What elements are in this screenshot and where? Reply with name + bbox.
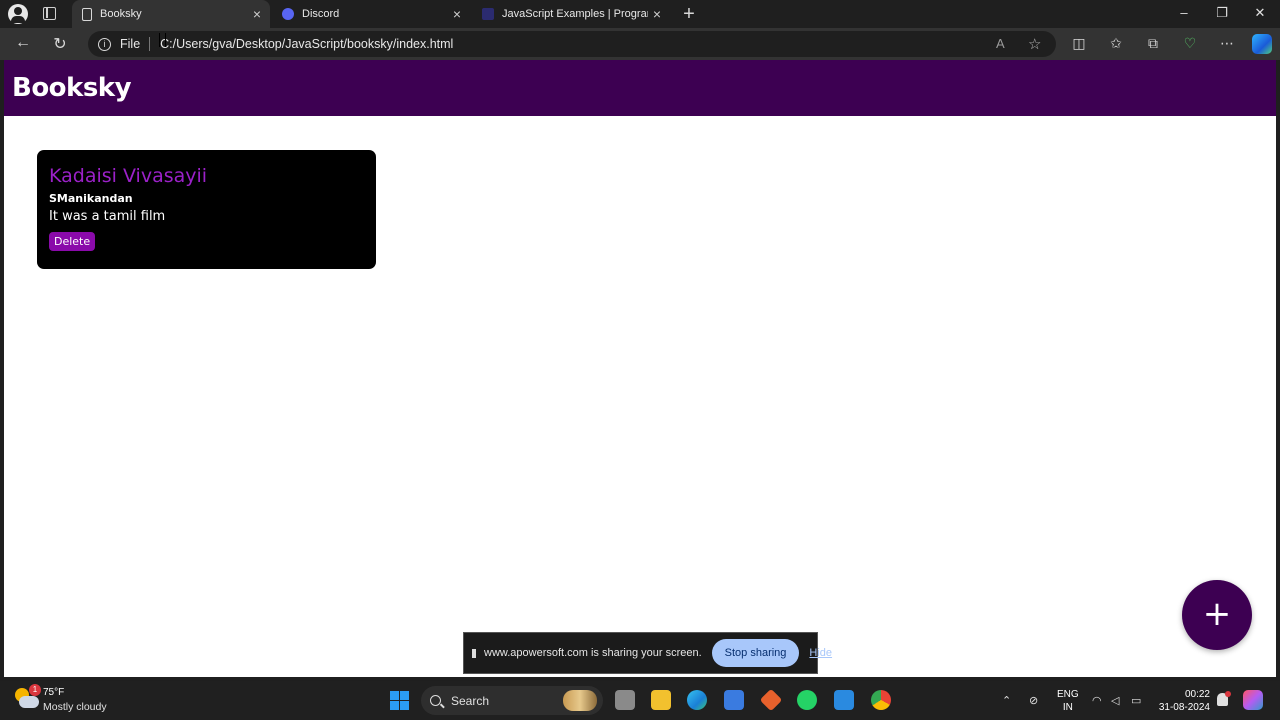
whatsapp-icon[interactable] [797, 690, 817, 710]
weather-temperature[interactable]: 75°F [43, 687, 64, 698]
volume-icon[interactable]: ◁ [1111, 694, 1119, 707]
search-icon [430, 695, 441, 706]
new-tab-icon[interactable]: + [680, 3, 698, 26]
book-description: It was a tamil film [49, 209, 166, 224]
tab-programiz[interactable]: JavaScript Examples | Programiz × [472, 0, 670, 28]
weather-condition[interactable]: Mostly cloudy [43, 701, 107, 713]
favorites-icon[interactable]: ✩ [1107, 35, 1125, 52]
network-status-icon[interactable]: ⊘ [1029, 694, 1038, 707]
discord-icon [282, 8, 294, 20]
read-aloud-icon[interactable]: A [996, 36, 1005, 51]
drag-handle-icon[interactable] [472, 648, 476, 658]
tab-booksky[interactable]: Booksky × [72, 0, 270, 28]
start-icon[interactable] [390, 691, 409, 710]
tab-discord[interactable]: Discord × [272, 0, 470, 28]
browser-toolbar: ← ↻ i File C:/Users/gva/Desktop/JavaScri… [0, 28, 1280, 60]
clock-date: 31-08-2024 [1158, 702, 1210, 713]
browser-tab-strip: Booksky × Discord × JavaScript Examples … [0, 0, 1280, 28]
language-region: IN [1062, 702, 1073, 713]
book-author: SManikandan [49, 192, 133, 205]
split-screen-icon[interactable]: ◫ [1070, 35, 1088, 52]
copilot-taskbar-icon[interactable] [1243, 690, 1263, 710]
tab-title: Booksky [100, 8, 142, 20]
screen-share-bar: www.apowersoft.com is sharing your scree… [463, 632, 832, 674]
search-highlight-icon [563, 690, 597, 711]
stop-sharing-button[interactable]: Stop sharing [711, 639, 800, 667]
edge-icon[interactable] [687, 690, 707, 710]
favorite-star-icon[interactable]: ☆ [1028, 35, 1041, 53]
taskbar-search[interactable]: Search [421, 686, 603, 715]
back-icon[interactable]: ← [12, 34, 34, 52]
address-separator [149, 37, 151, 51]
site-header: Booksky [4, 60, 1276, 116]
address-bar[interactable]: i File C:/Users/gva/Desktop/JavaScript/b… [88, 31, 1056, 57]
document-icon [82, 7, 92, 21]
info-icon[interactable]: i [98, 37, 111, 51]
close-tab-icon[interactable]: × [248, 6, 266, 22]
language-indicator[interactable]: ENG IN [1057, 688, 1079, 714]
share-message: www.apowersoft.com is sharing your scree… [484, 647, 702, 659]
book-card: Kadaisi Vivasayii SManikandan It was a t… [37, 150, 376, 269]
language-code: ENG [1057, 689, 1079, 700]
copilot-icon[interactable] [1252, 34, 1272, 54]
file-explorer-icon[interactable] [651, 690, 671, 710]
notification-bell-icon[interactable] [1217, 691, 1231, 706]
tab-actions-icon[interactable] [43, 7, 56, 20]
text-cursor-icon [159, 33, 166, 47]
book-title: Kadaisi Vivasayii [49, 165, 208, 187]
wifi-icon[interactable]: ◠ [1092, 694, 1102, 707]
collections-icon[interactable]: ⧉ [1144, 35, 1162, 52]
page-viewport: Booksky Kadaisi Vivasayii SManikandan It… [4, 60, 1276, 677]
tab-title: Discord [302, 8, 340, 20]
weather-icon[interactable]: 1 [15, 684, 41, 710]
show-hidden-icons-icon[interactable]: ⌃ [1002, 694, 1011, 707]
maximize-icon[interactable]: ❐ [1212, 5, 1232, 21]
search-label: Search [451, 693, 490, 708]
system-clock[interactable]: 00:22 31-08-2024 [1158, 688, 1210, 714]
address-url[interactable]: C:/Users/gva/Desktop/JavaScript/booksky/… [160, 37, 453, 51]
weather-badge: 1 [29, 684, 41, 696]
programiz-icon [482, 8, 494, 20]
reload-icon[interactable]: ↻ [49, 34, 71, 54]
close-tab-icon[interactable]: × [448, 6, 466, 22]
clock-time: 00:22 [1184, 689, 1210, 700]
git-icon[interactable] [759, 688, 783, 712]
address-scheme-label: File [120, 37, 141, 51]
add-book-button[interactable]: + [1182, 580, 1252, 650]
browser-essentials-icon[interactable]: ♡ [1181, 35, 1199, 52]
vscode-icon[interactable] [834, 690, 854, 710]
tab-title: JavaScript Examples | Programiz [502, 8, 648, 20]
profile-icon[interactable] [8, 4, 28, 24]
chrome-icon[interactable] [871, 690, 891, 710]
close-tab-icon[interactable]: × [648, 6, 666, 22]
more-options-icon[interactable]: ⋯ [1218, 35, 1236, 52]
minimize-icon[interactable]: – [1174, 5, 1194, 20]
close-window-icon[interactable]: ✕ [1250, 5, 1270, 21]
battery-icon[interactable]: ▭ [1131, 694, 1141, 707]
windows-taskbar: 1 75°F Mostly cloudy Search ⌃ ⊘ ENG IN ◠… [0, 681, 1280, 720]
task-view-icon[interactable] [615, 690, 635, 710]
microsoft-store-icon[interactable] [724, 690, 744, 710]
hide-share-bar-link[interactable]: Hide [809, 647, 832, 659]
delete-book-button[interactable]: Delete [49, 232, 96, 251]
site-title: Booksky [12, 73, 132, 103]
